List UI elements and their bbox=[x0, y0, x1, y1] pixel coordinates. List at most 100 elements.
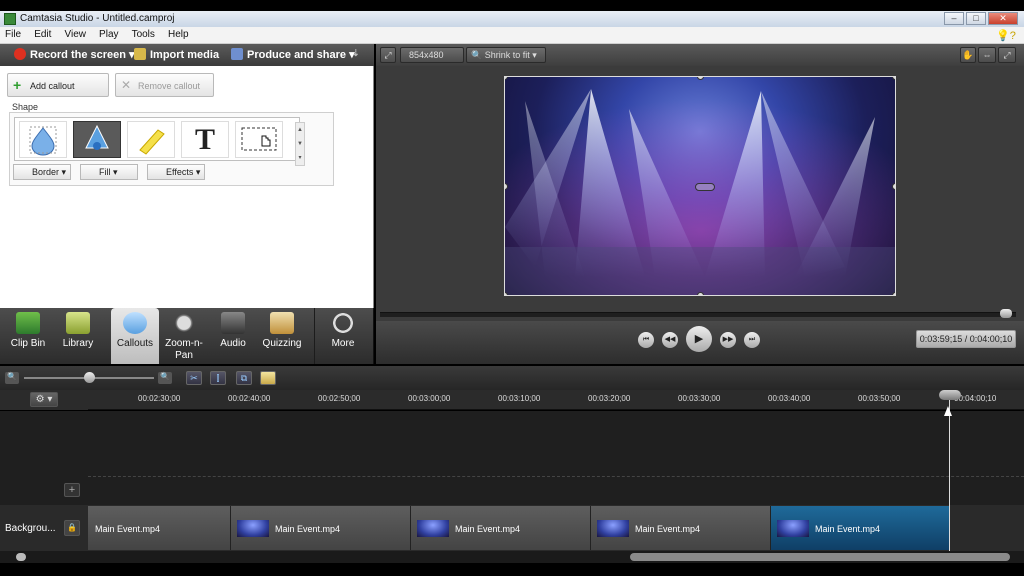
clip-thumbnail bbox=[237, 520, 269, 537]
window-title: Camtasia Studio - Untitled.camproj bbox=[20, 13, 175, 24]
shape-text[interactable]: T bbox=[181, 121, 229, 158]
timeline-header-left: ⚙ ▾ bbox=[0, 390, 88, 410]
import-media-button[interactable]: Import media bbox=[134, 48, 219, 61]
tab-zoom-n-pan[interactable]: Zoom-n- Pan bbox=[160, 308, 208, 364]
track-label: Backgrou... bbox=[5, 523, 56, 534]
minimize-button[interactable]: – bbox=[944, 12, 964, 25]
volume-slider-thumb[interactable] bbox=[16, 553, 26, 561]
playback-controls: ⏮ ◀◀ ▶ ▶▶ ⏭ 0:03:59;15 / 0:04:00;10 bbox=[376, 321, 1024, 364]
tab-clip-bin[interactable]: Clip Bin bbox=[4, 308, 52, 364]
split-icon[interactable]: ⫿ bbox=[210, 371, 226, 385]
crop-icon[interactable]: ⤢ bbox=[380, 47, 396, 63]
menu-file[interactable]: File bbox=[0, 27, 26, 40]
shape-sketch-box[interactable] bbox=[235, 121, 283, 158]
shape-drop-filled[interactable] bbox=[73, 121, 121, 158]
tab-library[interactable]: Library bbox=[54, 308, 102, 364]
zoom-in-icon[interactable]: 🔍 bbox=[158, 372, 172, 384]
mouse-cursor-icon bbox=[944, 406, 952, 416]
dimensions-button[interactable]: 854x480 bbox=[400, 47, 464, 63]
shape-gallery: T ▲ ▼ ▾ bbox=[14, 117, 305, 166]
video-canvas[interactable] bbox=[504, 76, 896, 296]
shape-highlight[interactable] bbox=[127, 121, 175, 158]
fast-forward-icon[interactable]: ▶▶ bbox=[720, 332, 736, 348]
maximize-button[interactable]: □ bbox=[966, 12, 986, 25]
tab-quizzing[interactable]: Quizzing bbox=[258, 308, 306, 364]
record-screen-button[interactable]: Record the screen ▾ bbox=[14, 48, 135, 61]
ruler-tick: 00:03:30;00 bbox=[678, 394, 721, 403]
skip-forward-icon[interactable]: ⏭ bbox=[744, 332, 760, 348]
effects-dropdown[interactable]: Effects ▾ bbox=[147, 164, 205, 180]
resize-handle[interactable] bbox=[505, 292, 508, 295]
drop-shape-icon bbox=[85, 124, 109, 150]
add-callout-button[interactable]: + Add callout bbox=[7, 73, 109, 97]
zoom-out-icon[interactable]: 🔍 bbox=[5, 372, 19, 384]
playhead-handle[interactable] bbox=[939, 390, 961, 400]
tab-callouts[interactable]: Callouts bbox=[111, 308, 159, 364]
skip-back-icon[interactable]: ⏮ bbox=[638, 332, 654, 348]
help-icon[interactable]: 💡? bbox=[996, 29, 1016, 42]
zoom-slider-thumb[interactable] bbox=[84, 372, 95, 383]
search-icon: 🔍 bbox=[471, 50, 483, 60]
cut-icon[interactable]: ✂ bbox=[186, 371, 202, 385]
rewind-icon[interactable]: ◀◀ bbox=[662, 332, 678, 348]
menu-help[interactable]: Help bbox=[163, 27, 194, 40]
pan-icon[interactable]: ✋ bbox=[960, 47, 976, 63]
timeline-ruler[interactable]: 00:02:30;00 00:02:40;00 00:02:50;00 00:0… bbox=[88, 390, 1024, 410]
gear-icon[interactable]: ⚙ ▾ bbox=[30, 392, 58, 407]
timeline-scrollbar[interactable] bbox=[0, 551, 1024, 563]
ruler-tick: 00:03:10;00 bbox=[498, 394, 541, 403]
menu-tools[interactable]: Tools bbox=[127, 27, 160, 40]
timeline-clip[interactable]: Main Event.mp4 bbox=[591, 506, 771, 550]
title-bar: Camtasia Studio - Untitled.camproj – □ ✕ bbox=[0, 11, 1024, 27]
clip-name: Main Event.mp4 bbox=[455, 524, 521, 534]
tab-more[interactable]: More bbox=[319, 308, 367, 364]
resize-handle[interactable] bbox=[892, 183, 895, 190]
timeline-clip[interactable]: Main Event.mp4 bbox=[411, 506, 591, 550]
task-tabs: Clip Bin Library Callouts Zoom-n- Pan Au… bbox=[0, 308, 374, 364]
menu-edit[interactable]: Edit bbox=[29, 27, 56, 40]
ruler-tick: 00:02:40;00 bbox=[228, 394, 271, 403]
clip-thumbnail bbox=[597, 520, 629, 537]
add-track-button[interactable]: + bbox=[64, 483, 80, 497]
fit-screen-icon[interactable]: ⇔ bbox=[978, 47, 996, 63]
lock-icon[interactable]: 🔒 bbox=[64, 520, 80, 536]
tab-audio[interactable]: Audio bbox=[209, 308, 257, 364]
copy-icon[interactable]: ⧉ bbox=[236, 371, 252, 385]
preview-panel: ⤢ 854x480 🔍 Shrink to fit ▾ ✋ ⇔ ⤢ ⏮ ◀◀ ▶… bbox=[376, 44, 1024, 364]
ruler-tick: 00:02:30;00 bbox=[138, 394, 181, 403]
menu-bar: File Edit View Play Tools Help 💡? bbox=[0, 27, 1024, 44]
clip-name: Main Event.mp4 bbox=[275, 524, 341, 534]
close-button[interactable]: ✕ bbox=[988, 12, 1018, 25]
remove-callout-button[interactable]: ✕ Remove callout bbox=[115, 73, 214, 97]
preview-scrubber[interactable] bbox=[380, 312, 1016, 317]
gallery-scroll[interactable]: ▲ ▼ ▾ bbox=[295, 122, 305, 166]
shape-drop-outline[interactable] bbox=[19, 121, 67, 158]
scrollbar-thumb[interactable] bbox=[630, 553, 1010, 561]
resize-handle[interactable] bbox=[892, 292, 895, 295]
ruler-tick: 00:03:50;00 bbox=[858, 394, 901, 403]
fill-dropdown[interactable]: Fill ▾ bbox=[80, 164, 138, 180]
produce-share-button[interactable]: Produce and share ▾ bbox=[231, 48, 355, 61]
ruler-tick: 00:02:50;00 bbox=[318, 394, 361, 403]
timeline-tracks-area[interactable]: + bbox=[0, 411, 1024, 505]
produce-icon bbox=[231, 48, 243, 60]
film-icon bbox=[16, 312, 40, 334]
taskbar-overflow-icon[interactable]: ⇣ bbox=[352, 48, 360, 59]
fit-dropdown[interactable]: 🔍 Shrink to fit ▾ bbox=[466, 47, 546, 63]
border-dropdown[interactable]: Border ▾ bbox=[13, 164, 71, 180]
center-move-handle[interactable] bbox=[695, 183, 715, 191]
resize-handle[interactable] bbox=[697, 292, 704, 295]
highlighter-icon bbox=[139, 129, 165, 155]
fullscreen-icon[interactable]: ⤢ bbox=[998, 47, 1016, 63]
play-button[interactable]: ▶ bbox=[686, 326, 712, 352]
timeline-clip[interactable]: Main Event.mp4 bbox=[88, 506, 231, 550]
resize-handle[interactable] bbox=[892, 77, 895, 80]
timeline-clip-selected[interactable]: Main Event.mp4 bbox=[771, 506, 950, 550]
paste-icon[interactable] bbox=[260, 371, 276, 385]
scrubber-thumb[interactable] bbox=[1000, 309, 1012, 318]
menu-view[interactable]: View bbox=[59, 27, 91, 40]
menu-play[interactable]: Play bbox=[94, 27, 123, 40]
timeline-clip[interactable]: Main Event.mp4 bbox=[231, 506, 411, 550]
magnifier-icon bbox=[172, 312, 196, 334]
plus-icon: + bbox=[13, 77, 22, 93]
